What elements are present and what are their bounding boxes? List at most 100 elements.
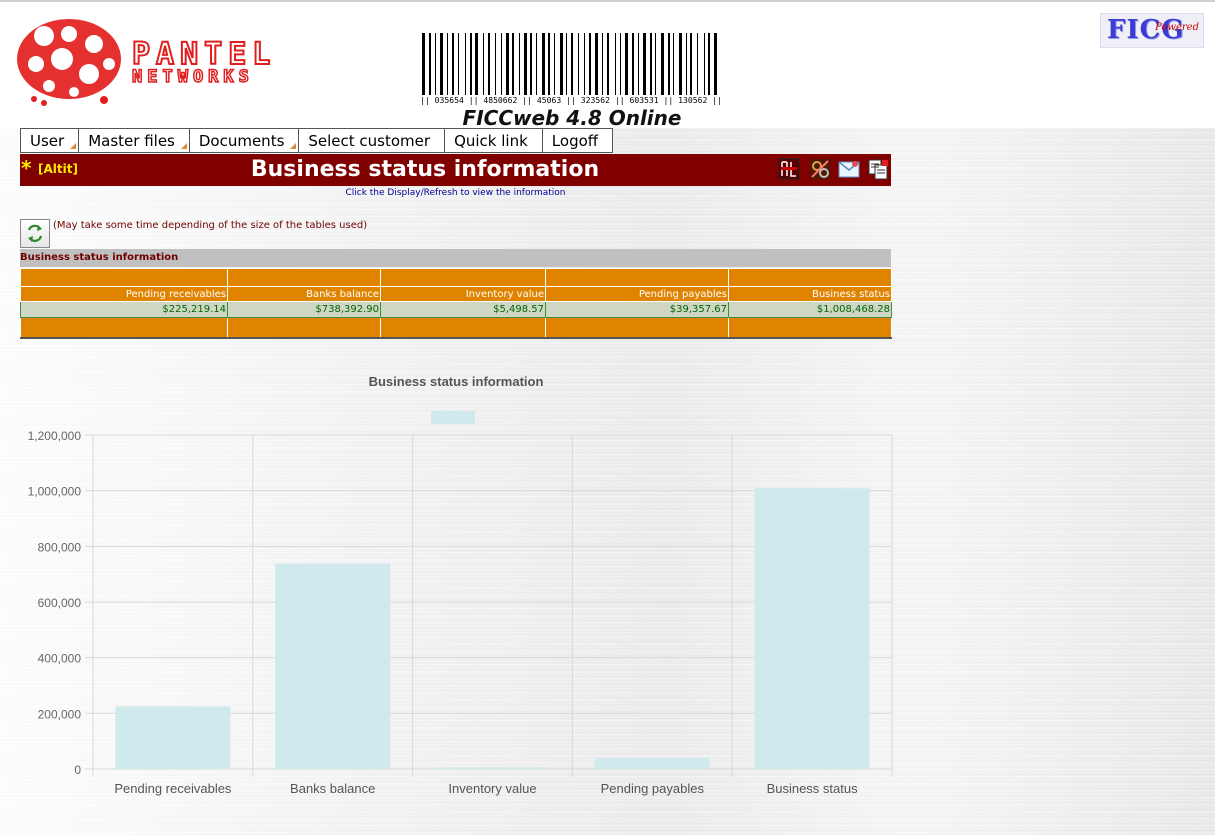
menu-master-files-label: Master files xyxy=(88,132,175,150)
business-status-chart: Business status information 0 200,000 400,… xyxy=(28,374,893,796)
barcode-bar xyxy=(650,33,652,95)
menu-select-customer-label: Select customer xyxy=(308,132,431,150)
bar-banks-balance[interactable] xyxy=(275,563,391,769)
barcode-bar xyxy=(548,33,550,95)
barcode-bar xyxy=(560,33,563,95)
barcode-bar xyxy=(530,33,532,95)
menu-logoff-label: Logoff xyxy=(551,132,599,150)
refresh-button[interactable] xyxy=(20,219,50,248)
barcode-image: || 035654 || 4850662 || 45063 || 323562 … xyxy=(420,33,722,105)
x-tick-label: Pending receivables xyxy=(114,781,232,796)
barcode-bar xyxy=(519,33,520,95)
menu-logoff[interactable]: Logoff xyxy=(542,129,613,152)
table-cell xyxy=(227,268,381,287)
bar-business-status[interactable] xyxy=(754,488,870,769)
table-row: $225,219.14 $738,392.90 $5,498.57 $39,35… xyxy=(20,301,892,318)
barcode-bar xyxy=(655,33,656,95)
table-cell xyxy=(20,268,228,287)
submenu-arrow-icon xyxy=(180,143,187,149)
barcode-bar xyxy=(465,33,466,95)
table-cell xyxy=(20,317,228,339)
column-header: Inventory value xyxy=(380,286,546,302)
barcode-bar xyxy=(483,33,484,95)
barcode-bar xyxy=(661,33,664,95)
y-tick-label: 800,000 xyxy=(38,540,82,554)
barcode-bar xyxy=(690,33,692,95)
barcode-bar xyxy=(708,33,710,95)
refresh-icon xyxy=(27,224,43,242)
menu-quick-link-label: Quick link xyxy=(454,132,528,150)
barcode-bar xyxy=(475,33,478,95)
table-cell: $1,008,468.28 xyxy=(728,301,892,318)
submenu-arrow-icon xyxy=(290,143,297,149)
barcode-bar xyxy=(512,33,514,95)
barcode-bar xyxy=(643,33,646,95)
table-cell xyxy=(728,268,892,287)
bar-pending-payables[interactable] xyxy=(594,758,710,769)
company-code[interactable]: [Altit] xyxy=(38,162,78,176)
pdf-export-icon[interactable] xyxy=(778,158,800,180)
table-cell: $225,219.14 xyxy=(20,301,228,318)
menu-master-files[interactable]: Master files xyxy=(79,129,190,152)
menu-user[interactable]: User xyxy=(21,129,80,152)
barcode-bar xyxy=(638,33,639,95)
table-cell xyxy=(545,268,729,287)
refresh-note: (May take some time depending of the siz… xyxy=(53,220,368,231)
table-spacer-row xyxy=(20,268,892,287)
table-footer-row xyxy=(20,317,892,339)
y-tick-label: 0 xyxy=(74,763,81,777)
barcode-bar xyxy=(697,33,698,95)
barcode-bar xyxy=(714,33,717,95)
menu-select-customer[interactable]: Select customer xyxy=(299,129,446,152)
barcode-bar xyxy=(470,33,472,95)
table-header-row: Pending receivables Banks balance Invent… xyxy=(20,286,892,302)
y-tick-label: 400,000 xyxy=(38,652,82,666)
section-header: Business status information xyxy=(20,249,891,267)
barcode-bar xyxy=(679,33,682,95)
table-cell xyxy=(545,317,729,339)
display-refresh-hint: Click the Display/Refresh to view the in… xyxy=(345,188,566,198)
table-cell xyxy=(380,268,546,287)
title-band: * [Altit] Business status information xyxy=(20,154,891,186)
column-header: Business status xyxy=(728,286,892,302)
table-cell: $5,498.57 xyxy=(380,301,546,318)
x-tick-label: Inventory value xyxy=(448,781,536,796)
barcode-bar xyxy=(578,33,579,95)
bar-pending-receivables[interactable] xyxy=(115,706,231,769)
barcode-bar xyxy=(495,33,496,95)
barcode-bar xyxy=(452,33,454,95)
main-menu: User Master files Documents Select custo… xyxy=(20,128,614,153)
barcode-bar xyxy=(422,33,425,95)
x-tick-label: Banks balance xyxy=(290,781,375,796)
table-cell: $39,357.67 xyxy=(545,301,729,318)
barcode-bar xyxy=(554,33,555,95)
x-tick-label: Pending payables xyxy=(601,781,705,796)
page-title: Business status information xyxy=(250,157,600,182)
copy-icon[interactable] xyxy=(867,158,889,180)
y-tick-label: 600,000 xyxy=(38,596,82,610)
settings-icon[interactable] xyxy=(809,158,831,180)
barcode-bar xyxy=(704,33,705,95)
menu-documents-label: Documents xyxy=(198,132,285,150)
barcode-bar xyxy=(625,33,628,95)
barcode-bar xyxy=(595,33,598,95)
barcode-bar xyxy=(584,33,585,95)
email-icon[interactable] xyxy=(838,158,860,180)
status-table: Pending receivables Banks balance Invent… xyxy=(20,268,892,339)
ficg-powered-logo: FICG Powered xyxy=(1100,13,1204,48)
menu-quick-link[interactable]: Quick link xyxy=(445,129,543,152)
legend-swatch xyxy=(431,411,475,424)
bar-inventory-value[interactable] xyxy=(434,767,551,769)
y-tick-label: 1,000,000 xyxy=(28,485,82,499)
barcode-bar xyxy=(506,33,509,95)
barcode-bar xyxy=(686,33,687,95)
barcode-bar xyxy=(435,33,436,95)
barcode-bar xyxy=(542,33,545,95)
table-cell: $738,392.90 xyxy=(227,301,381,318)
menu-documents[interactable]: Documents xyxy=(189,129,300,152)
y-tick-label: 1,200,000 xyxy=(28,429,82,443)
menu-user-label: User xyxy=(30,132,65,150)
barcode-bar xyxy=(429,33,431,95)
barcode-bar xyxy=(571,33,573,95)
table-cell xyxy=(728,317,892,339)
